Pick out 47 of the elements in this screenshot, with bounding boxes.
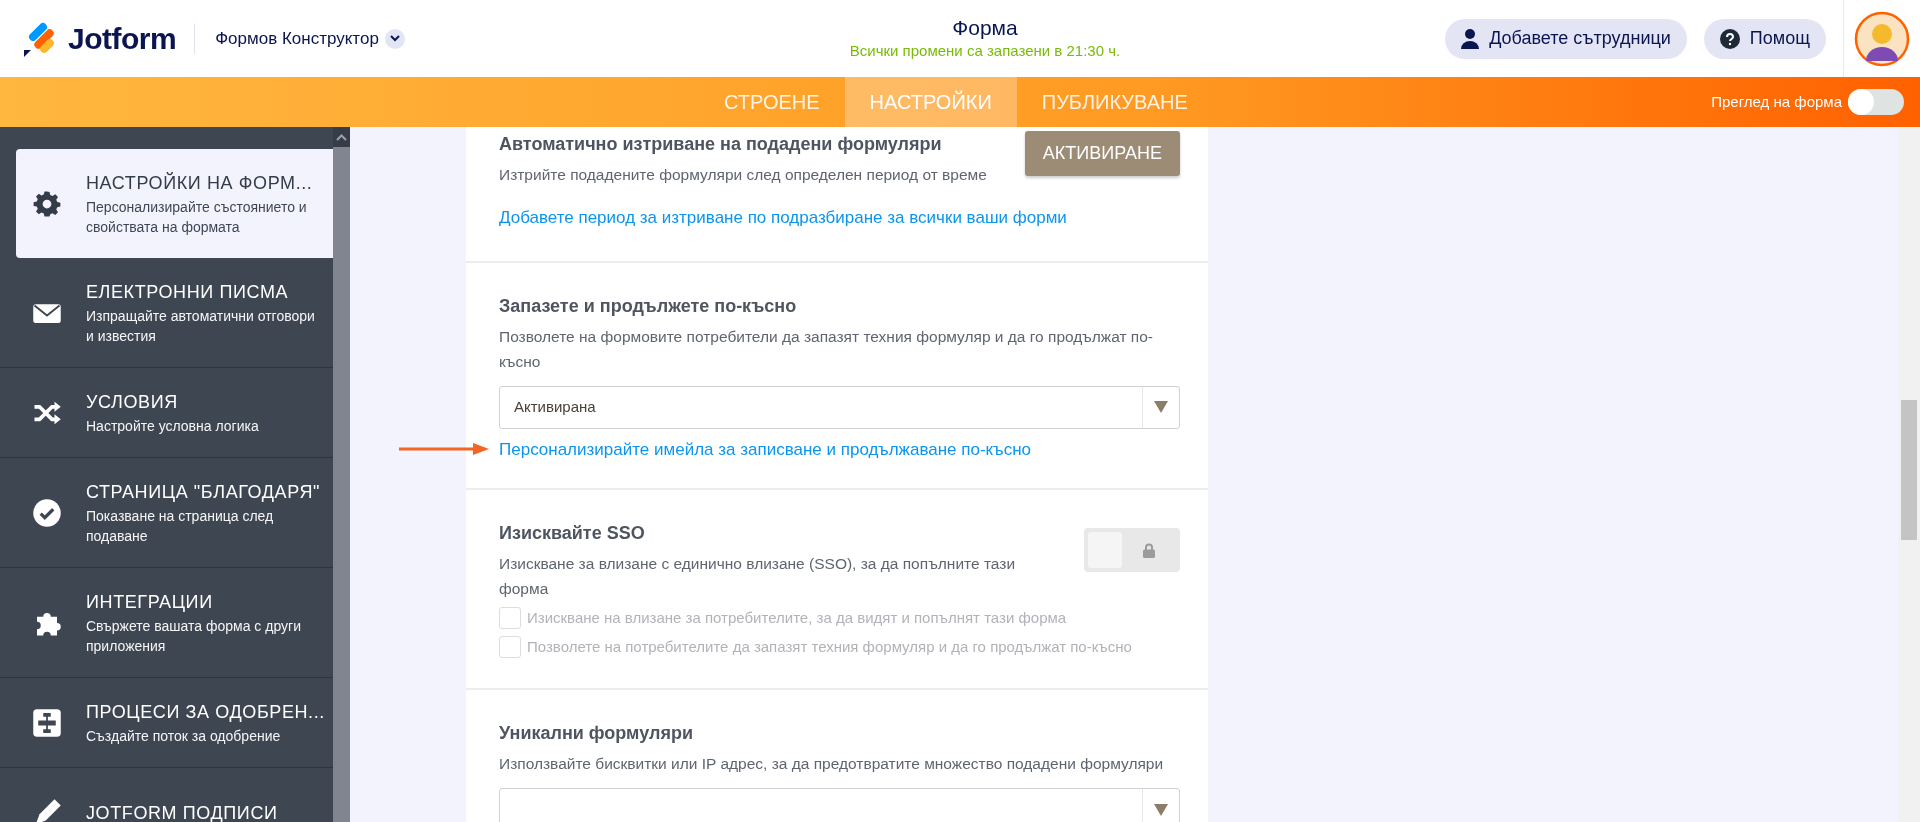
collaborators-button[interactable]: Добавете сътрудници [1445,18,1687,59]
sidebar-item[interactable]: ПРОЦЕСИ ЗА ОДОБРЕН... Създайте поток за одобрение [0,678,333,768]
setting-title: Изисквайте SSO [499,522,646,545]
chevron-down-icon [384,28,405,49]
avatar[interactable] [1854,10,1910,67]
setting-description: Изтрийте подадените формуляри след определен период от време [499,165,987,185]
user-icon [1461,28,1480,49]
help-button[interactable]: Помощ [1703,18,1826,59]
save-status: Всички промени са запазени в 21:30 ч. [848,40,1122,61]
item-description: Настройте условна логика [86,417,259,436]
setting-title: Уникални формуляри [499,722,694,745]
caret-icon [1154,401,1168,413]
checkbox-label: Изискване на влизане за потребителите, за да видят и попълнят тази форма [527,608,1067,628]
toggle-switch[interactable] [1084,528,1180,572]
logo-text: Jotform [68,21,177,57]
item-title: ЕЛЕКТРОННИ ПИСМА [86,281,290,304]
setting-description: Позволете на формовите потребители да запазят техния формуляр и да го продължат по-късно [499,326,1154,372]
item-description: Изпращайте автоматични отговори и известия [86,307,316,346]
item-title: СТРАНИЦА "БЛАГОДАРЯ" [86,481,322,504]
sidebar-item[interactable]: НАСТРОЙКИ НА ФОРМ... Персонализирайте състоянието и свойствата на формата [16,149,333,258]
check-circle-icon [32,497,62,528]
item-title: ИНТЕГРАЦИИ [86,591,214,614]
dropdown[interactable]: Активирана [499,385,1180,429]
scroll-up-icon[interactable] [336,133,347,141]
setting-title: Запазете и продължете по-късно [499,294,798,318]
flowchart-icon [32,707,62,738]
builder-menu[interactable]: Формов Конструктор [215,25,405,52]
setting-description: Изискване за влизане с единично влизане (SSO), за да попълните тази форма [499,554,1017,599]
caret-icon [1154,803,1168,816]
preview-label: Преглед на форма [1711,91,1842,112]
scrollbar[interactable] [333,127,350,822]
item-title: ПРОЦЕСИ ЗА ОДОБРЕН... [86,701,325,724]
item-description: Създайте поток за одобрение [86,727,282,746]
checkbox-label: Позволете на потребителите да запазят техния формуляр и да го продължат по-късно [527,636,1132,657]
setting-title: Автоматично изтриване на подадени формуляри [499,133,943,156]
item-description: Персонализирайте състоянието и свойствата на формата [86,198,308,237]
form-title: Форма [951,14,1019,40]
preview-toggle[interactable] [1848,89,1904,115]
item-title: УСЛОВИЯ [86,391,179,414]
setting-description: Използвайте бисквитки или IP адрес, за да предотвратите множество подадени формуляри [499,754,1165,774]
page-scrollbar[interactable] [1898,127,1920,822]
item-description: Свържете вашата форма с други приложения [86,617,302,656]
help-icon [1719,28,1740,49]
item-description: Показване на страница след подаване [86,507,275,546]
dropdown[interactable] [499,788,1180,822]
item-title: НАСТРОЙКИ НА ФОРМ... [86,171,314,195]
item-title: JOTFORM ПОДПИСИ [86,801,278,822]
